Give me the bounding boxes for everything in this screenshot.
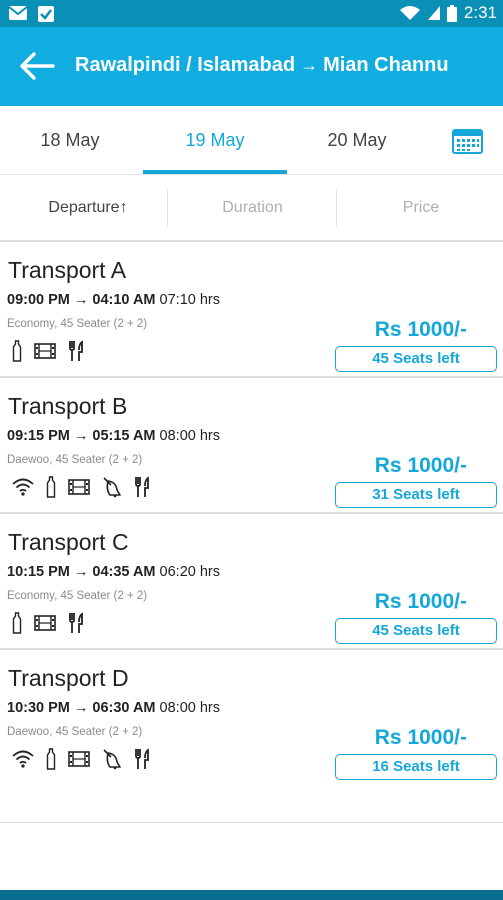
amenities xyxy=(12,748,150,770)
amenities xyxy=(12,476,150,498)
sort-divider xyxy=(167,189,168,227)
film-icon xyxy=(68,479,90,495)
departure-time: 09:00 PM xyxy=(7,292,70,308)
email-icon xyxy=(8,6,28,20)
film-icon xyxy=(68,751,90,767)
bus-type: Daewoo, 45 Seater (2 + 2) xyxy=(7,726,143,738)
tab-19-may[interactable]: 19 May xyxy=(155,130,275,151)
app-bar: Rawalpindi / Islamabad → Mian Channu xyxy=(0,27,503,106)
calendar-icon[interactable] xyxy=(452,128,483,154)
trip-duration: 07:10 hrs xyxy=(159,292,221,308)
result-card-c[interactable]: Transport C 10:15 PM → 04:35 AM 06:20 hrs … xyxy=(0,512,503,648)
water-bottle-icon xyxy=(12,612,22,634)
trip-duration: 08:00 hrs xyxy=(159,700,221,716)
result-card-b[interactable]: Transport B 09:15 PM → 05:15 AM 08:00 hrs … xyxy=(0,376,503,512)
result-card-d[interactable]: Transport D 10:30 PM → 06:30 AM 08:00 hrs … xyxy=(0,648,503,823)
amenities xyxy=(12,340,84,362)
time-row: 10:15 PM → 04:35 AM 06:20 hrs xyxy=(7,564,221,580)
tab-18-may[interactable]: 18 May xyxy=(10,130,130,151)
bus-type: Daewoo, 45 Seater (2 + 2) xyxy=(7,454,143,466)
sort-price[interactable]: Price xyxy=(350,199,492,217)
back-arrow-icon[interactable] xyxy=(19,51,55,81)
seats-left-badge[interactable]: 45 Seats left xyxy=(335,346,497,372)
fare-price: Rs 1000/- xyxy=(374,318,467,341)
origin-city: Rawalpindi / Islamabad xyxy=(75,54,296,76)
time-row: 10:30 PM → 06:30 AM 08:00 hrs xyxy=(7,700,221,716)
sort-bar: Departure↑ Duration Price xyxy=(0,175,503,240)
time-row: 09:00 PM → 04:10 AM 07:10 hrs xyxy=(7,292,221,308)
fork-knife-icon xyxy=(135,476,149,497)
departure-time: 09:15 PM xyxy=(7,428,70,444)
sort-departure[interactable]: Departure↑ xyxy=(18,199,158,217)
checkbox-notification-icon xyxy=(38,6,54,22)
sort-duration[interactable]: Duration xyxy=(180,199,325,217)
departure-time: 10:30 PM xyxy=(7,700,70,716)
arrival-time: 04:10 AM xyxy=(92,292,156,308)
battery-icon xyxy=(446,4,457,22)
seats-left-badge[interactable]: 16 Seats left xyxy=(335,754,497,780)
fork-knife-icon xyxy=(135,748,149,769)
route-title: Rawalpindi / Islamabad → Mian Channu xyxy=(75,54,449,77)
wifi-icon xyxy=(12,478,34,496)
trip-duration: 08:00 hrs xyxy=(159,428,221,444)
date-tabs: 18 May 19 May 20 May xyxy=(0,106,503,175)
operator-name: Transport D xyxy=(8,665,129,691)
seats-left-badge[interactable]: 45 Seats left xyxy=(335,618,497,644)
arrival-time: 06:30 AM xyxy=(92,700,156,716)
bottom-bar xyxy=(0,890,503,900)
water-bottle-icon xyxy=(46,748,56,770)
fare-price: Rs 1000/- xyxy=(374,590,467,613)
time-row: 09:15 PM → 05:15 AM 08:00 hrs xyxy=(7,428,221,444)
operator-name: Transport C xyxy=(8,529,129,555)
hostess-bell-icon xyxy=(103,477,121,498)
results-list: Transport A 09:00 PM → 04:10 AM 07:10 hrs … xyxy=(0,240,503,823)
operator-name: Transport B xyxy=(8,393,128,419)
bus-type: Economy, 45 Seater (2 + 2) xyxy=(7,590,148,602)
route-arrow: → xyxy=(300,55,319,75)
sort-divider xyxy=(336,189,337,227)
arrival-time: 05:15 AM xyxy=(92,428,156,444)
wifi-icon xyxy=(12,750,34,768)
water-bottle-icon xyxy=(12,340,22,362)
departure-time: 10:15 PM xyxy=(7,564,70,580)
fare-price: Rs 1000/- xyxy=(374,454,467,477)
status-time: 2:31 xyxy=(463,3,497,22)
fare-price: Rs 1000/- xyxy=(374,726,467,749)
fork-knife-icon xyxy=(69,612,83,633)
destination-city: Mian Channu xyxy=(323,54,449,76)
bus-type: Economy, 45 Seater (2 + 2) xyxy=(7,318,148,330)
film-icon xyxy=(34,615,56,631)
wifi-signal-icon xyxy=(399,6,420,20)
arrival-time: 04:35 AM xyxy=(92,564,156,580)
film-icon xyxy=(34,343,56,359)
cell-signal-icon xyxy=(427,6,440,20)
operator-name: Transport A xyxy=(8,257,127,283)
tab-20-may[interactable]: 20 May xyxy=(297,130,417,151)
trip-duration: 06:20 hrs xyxy=(159,564,221,580)
fork-knife-icon xyxy=(69,340,83,361)
active-tab-indicator xyxy=(143,170,287,174)
water-bottle-icon xyxy=(46,476,56,498)
status-bar: 2:31 xyxy=(0,0,503,27)
amenities xyxy=(12,612,84,634)
result-card-a[interactable]: Transport A 09:00 PM → 04:10 AM 07:10 hrs … xyxy=(0,240,503,376)
seats-left-badge[interactable]: 31 Seats left xyxy=(335,482,497,508)
hostess-bell-icon xyxy=(103,749,121,770)
